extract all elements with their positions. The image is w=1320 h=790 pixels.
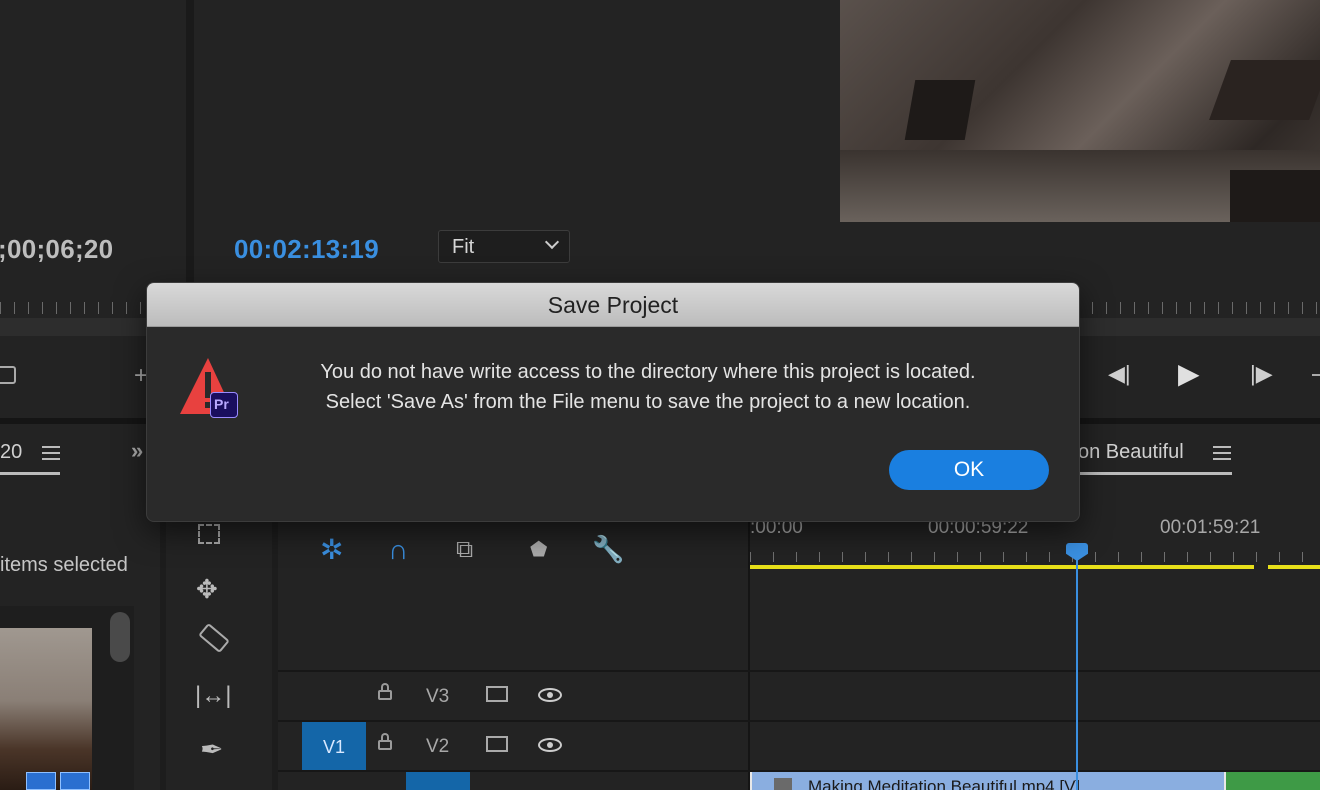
dialog-message-line1: You do not have write access to the dire… [320, 361, 976, 383]
linked-selection-icon[interactable]: ⧉ [456, 538, 473, 562]
dialog-message-line2: Select 'Save As' from the File menu to s… [325, 391, 971, 413]
work-area-bar[interactable] [750, 565, 1254, 569]
project-scrollbar[interactable] [110, 612, 130, 662]
track-header-v3[interactable]: V3 [278, 672, 748, 721]
nest-sequence-icon[interactable]: ✲ [320, 536, 343, 564]
zoom-select[interactable]: Fit [438, 230, 570, 263]
add-marker-icon[interactable] [1312, 374, 1320, 376]
clip-label: Making Meditation Beautiful.mp4 [V] [808, 777, 1081, 790]
ripple-edit-tool-icon[interactable]: ✥ [196, 576, 218, 602]
eye-icon[interactable] [538, 688, 562, 702]
source-timecode[interactable]: ;00;06;20 [0, 234, 113, 265]
source-patch-label: V1 [323, 737, 346, 757]
track-select-tool-icon[interactable] [198, 524, 220, 544]
step-back-icon[interactable]: ◀| [1108, 363, 1131, 385]
video-track-icon[interactable] [26, 772, 56, 790]
selection-status: items selected [0, 554, 128, 576]
timeline-ruler-ticks[interactable] [750, 552, 1320, 562]
dialog-message: You do not have write access to the dire… [257, 357, 1039, 417]
zoom-select-value: Fit [452, 236, 475, 258]
track-target-label[interactable]: V3 [426, 686, 449, 708]
play-icon[interactable]: ▶ [1178, 360, 1200, 388]
timeline-tab-underline [1078, 472, 1232, 475]
next-clip[interactable] [1224, 772, 1320, 790]
fx-badge-icon [774, 778, 792, 790]
source-ruler[interactable] [0, 302, 150, 314]
timeline-panel-menu-icon[interactable] [1213, 446, 1231, 460]
sync-lock-icon[interactable] [486, 736, 508, 752]
sync-lock-icon[interactable] [486, 686, 508, 702]
program-scrub-bar[interactable] [1078, 318, 1320, 336]
project-tab-underline [0, 472, 60, 475]
pen-tool-icon[interactable]: ✒ [200, 736, 223, 764]
camera-icon[interactable] [0, 366, 16, 384]
project-panel-menu-icon[interactable] [42, 446, 60, 460]
video-clip[interactable]: Making Meditation Beautiful.mp4 [V] [750, 772, 1224, 790]
program-timecode[interactable]: 00:02:13:19 [234, 234, 379, 265]
track-target-v1[interactable] [406, 772, 470, 790]
timeline-tab-label[interactable]: on Beautiful [1078, 441, 1184, 464]
program-ruler[interactable] [1078, 302, 1320, 314]
add-marker-icon-timeline[interactable]: ⬟ [530, 540, 547, 560]
lock-icon[interactable] [378, 733, 392, 750]
video-frame [840, 0, 1320, 222]
project-tab-label[interactable]: 20 [0, 441, 22, 464]
warning-icon: Pr [178, 356, 238, 418]
chevron-down-icon [544, 234, 560, 250]
dialog-title: Save Project [147, 283, 1079, 327]
slip-tool-icon[interactable]: |↔| [195, 684, 231, 708]
work-area-bar-right[interactable] [1268, 565, 1320, 569]
expand-panels-icon[interactable]: » [131, 438, 143, 464]
timeline-vertical-divider [748, 506, 750, 790]
premiere-badge-icon: Pr [210, 392, 238, 418]
ok-button[interactable]: OK [889, 450, 1049, 490]
ruler-label-2: 00:01:59:21 [1160, 517, 1261, 538]
media-thumbnail[interactable] [0, 628, 92, 790]
wrench-icon[interactable]: 🔧 [592, 536, 624, 562]
source-scrub-bar[interactable] [0, 318, 150, 336]
playhead-line [1076, 560, 1078, 790]
save-project-dialog: Save Project Pr You do not have write ac… [146, 282, 1080, 522]
lock-icon[interactable] [378, 683, 392, 700]
track-target-label[interactable]: V2 [426, 736, 449, 758]
track-header-v2[interactable]: V1 V2 [278, 722, 748, 771]
audio-track-icon[interactable] [60, 772, 90, 790]
snap-magnet-icon[interactable]: ∩ [388, 536, 408, 564]
eye-icon[interactable] [538, 738, 562, 752]
step-forward-icon[interactable]: |▶ [1250, 363, 1273, 385]
